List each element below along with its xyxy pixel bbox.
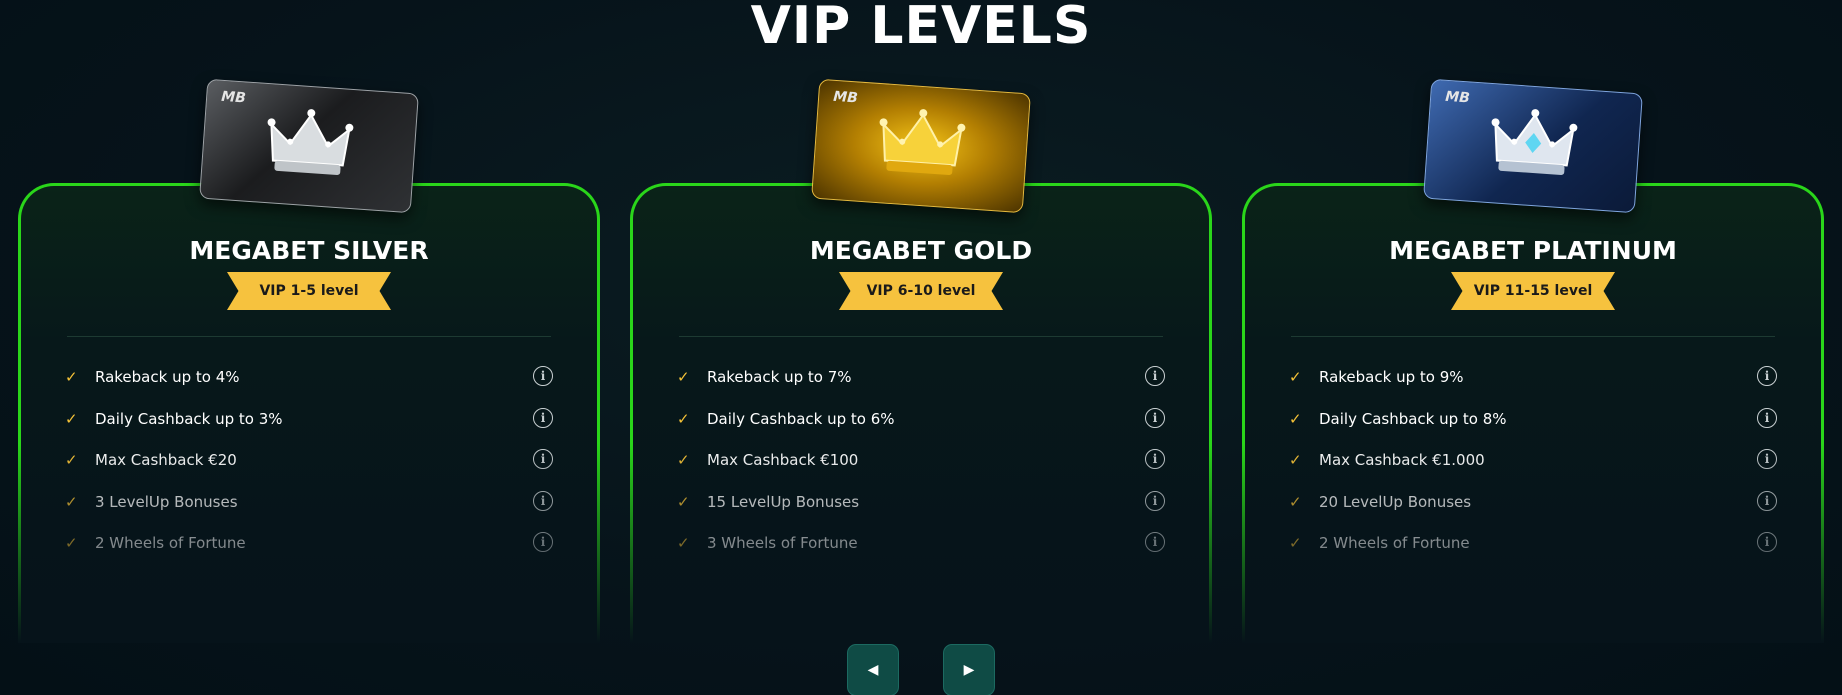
info-icon[interactable]: i xyxy=(1145,449,1165,469)
check-icon: ✓ xyxy=(1289,368,1302,386)
card-title: MEGABET GOLD xyxy=(809,236,1033,265)
gold-card-image: MB xyxy=(811,78,1031,214)
divider xyxy=(679,336,1163,337)
vip-card-silver: MB MEGABET SILVER VIP 1-5 level ✓ Rakebac… xyxy=(18,78,600,643)
check-icon: ✓ xyxy=(677,451,690,469)
check-icon: ✓ xyxy=(65,534,78,552)
chevron-right-icon: ▶ xyxy=(963,662,975,678)
perk-item: ✓ 3 Wheels of Fortune i xyxy=(677,526,1165,568)
perk-item: ✓ Daily Cashback up to 8% i xyxy=(1289,402,1777,444)
info-icon[interactable]: i xyxy=(1757,490,1777,511)
perk-label: Max Cashback €100 xyxy=(707,451,859,469)
perk-list: ✓ Rakeback up to 7% i ✓ Daily Cashback up t… xyxy=(677,360,1165,568)
check-icon: ✓ xyxy=(677,534,690,552)
vip-card-platinum: MB MEGABET PLATINUM VIP 11-15 level ✓ Rak… xyxy=(1242,78,1824,643)
info-icon[interactable]: i xyxy=(533,449,553,469)
perk-item: ✓ 3 LevelUp Bonuses i xyxy=(65,485,553,527)
divider xyxy=(67,336,551,337)
info-icon[interactable]: i xyxy=(1145,532,1165,552)
perk-label: 2 Wheels of Fortune xyxy=(95,534,246,552)
info-icon[interactable]: i xyxy=(1757,532,1777,552)
perk-label: Rakeback up to 7% xyxy=(707,368,852,386)
info-icon[interactable]: i xyxy=(1757,366,1777,386)
perk-label: 3 Wheels of Fortune xyxy=(707,534,858,552)
check-icon: ✓ xyxy=(65,409,78,428)
perk-item: ✓ Max Cashback €20 i xyxy=(65,443,553,485)
check-icon: ✓ xyxy=(677,409,690,428)
info-icon[interactable]: i xyxy=(1145,490,1165,511)
perk-label: Max Cashback €20 xyxy=(95,451,237,469)
card-logo: MB xyxy=(1444,88,1471,107)
perk-label: Daily Cashback up to 3% xyxy=(95,409,283,428)
vip-levels-section: VIP LEVELS MB MEGABET SILVER VIP 1-5 lev… xyxy=(0,0,1842,695)
chevron-left-icon: ◀ xyxy=(867,662,879,678)
perk-list: ✓ Rakeback up to 4% i ✓ Daily Cashback up t… xyxy=(65,360,553,568)
info-icon[interactable]: i xyxy=(533,407,553,428)
info-icon[interactable]: i xyxy=(533,532,553,552)
perk-item: ✓ Max Cashback €1.000 i xyxy=(1289,443,1777,485)
perk-label: 2 Wheels of Fortune xyxy=(1319,534,1470,552)
check-icon: ✓ xyxy=(65,451,78,469)
perk-label: 3 LevelUp Bonuses xyxy=(95,492,238,511)
platinum-card-image: MB xyxy=(1423,78,1643,214)
perk-label: 20 LevelUp Bonuses xyxy=(1319,492,1472,511)
check-icon: ✓ xyxy=(677,368,690,386)
perk-item: ✓ 15 LevelUp Bonuses i xyxy=(677,485,1165,527)
crown-icon xyxy=(879,109,966,176)
perk-list: ✓ Rakeback up to 9% i ✓ Daily Cashback up t… xyxy=(1289,360,1777,568)
card-title: MEGABET SILVER xyxy=(189,236,429,265)
perk-item: ✓ Rakeback up to 7% i xyxy=(677,360,1165,402)
check-icon: ✓ xyxy=(65,368,78,386)
next-button[interactable]: ▶ xyxy=(943,644,995,695)
perk-label: Daily Cashback up to 6% xyxy=(707,409,895,428)
crown-icon xyxy=(1491,109,1578,176)
vip-card-gold: MB MEGABET GOLD VIP 6-10 level ✓ Rakeback… xyxy=(630,78,1212,643)
perk-item: ✓ 20 LevelUp Bonuses i xyxy=(1289,485,1777,527)
perk-item: ✓ 2 Wheels of Fortune i xyxy=(65,526,553,568)
perk-item: ✓ Max Cashback €100 i xyxy=(677,443,1165,485)
divider xyxy=(1291,336,1775,337)
check-icon: ✓ xyxy=(677,492,690,511)
perk-item: ✓ Daily Cashback up to 3% i xyxy=(65,402,553,444)
check-icon: ✓ xyxy=(65,492,78,511)
check-icon: ✓ xyxy=(1289,451,1302,469)
page-title: VIP LEVELS xyxy=(750,0,1092,56)
perk-label: 15 LevelUp Bonuses xyxy=(707,492,860,511)
card-title: MEGABET PLATINUM xyxy=(1389,236,1677,265)
perk-label: Max Cashback €1.000 xyxy=(1319,451,1485,469)
card-logo: MB xyxy=(220,88,247,107)
silver-card-image: MB xyxy=(199,78,419,214)
perk-label: Rakeback up to 9% xyxy=(1319,368,1464,386)
info-icon[interactable]: i xyxy=(533,366,553,386)
check-icon: ✓ xyxy=(1289,409,1302,428)
perk-item: ✓ Daily Cashback up to 6% i xyxy=(677,402,1165,444)
level-ribbon: VIP 11-15 level xyxy=(1451,272,1615,310)
crown-icon xyxy=(267,109,354,176)
prev-button[interactable]: ◀ xyxy=(847,644,899,695)
perk-item: ✓ Rakeback up to 4% i xyxy=(65,360,553,402)
info-icon[interactable]: i xyxy=(1757,407,1777,428)
check-icon: ✓ xyxy=(1289,534,1302,552)
card-logo: MB xyxy=(832,88,859,107)
level-ribbon: VIP 1-5 level xyxy=(227,272,391,310)
perk-item: ✓ Rakeback up to 9% i xyxy=(1289,360,1777,402)
info-icon[interactable]: i xyxy=(533,490,553,511)
info-icon[interactable]: i xyxy=(1145,407,1165,428)
level-ribbon: VIP 6-10 level xyxy=(839,272,1003,310)
info-icon[interactable]: i xyxy=(1757,449,1777,469)
perk-label: Daily Cashback up to 8% xyxy=(1319,409,1507,428)
perk-label: Rakeback up to 4% xyxy=(95,368,240,386)
perk-item: ✓ 2 Wheels of Fortune i xyxy=(1289,526,1777,568)
info-icon[interactable]: i xyxy=(1145,366,1165,386)
check-icon: ✓ xyxy=(1289,492,1302,511)
